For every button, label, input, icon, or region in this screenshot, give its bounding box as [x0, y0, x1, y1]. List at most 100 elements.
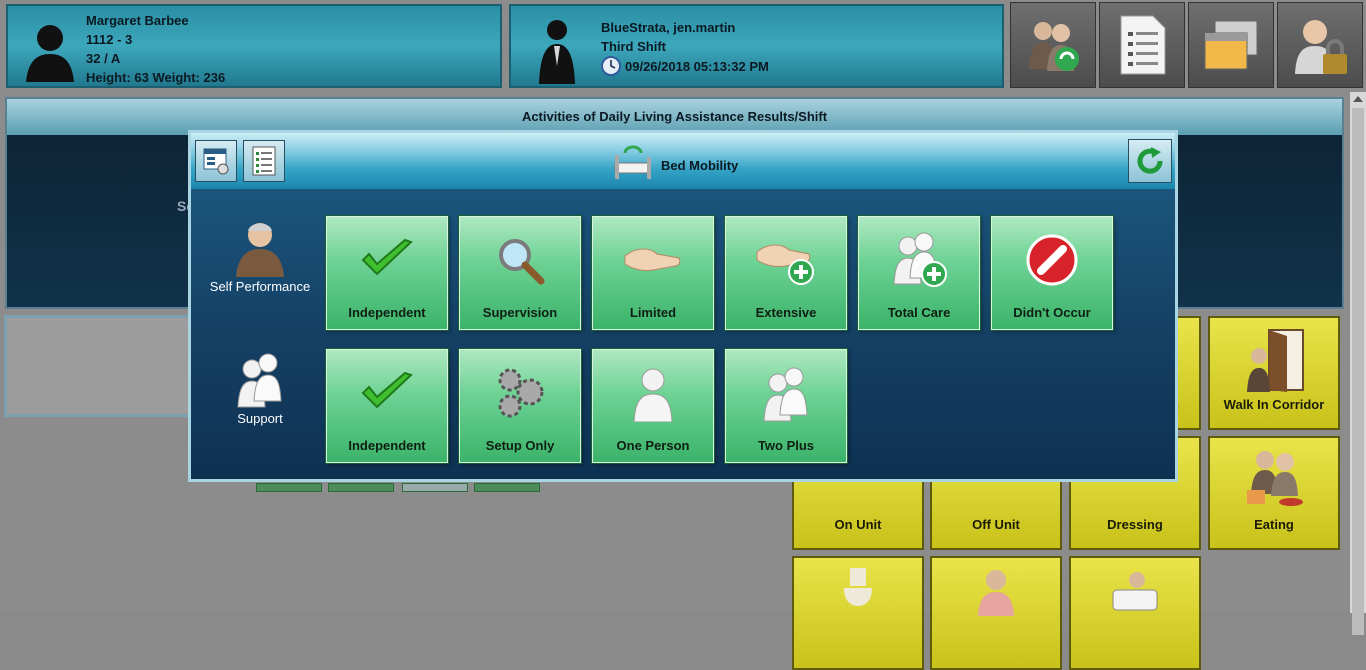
background-box	[4, 315, 198, 417]
checkmark-icon	[361, 371, 413, 409]
setup-only-label: Setup Only	[485, 438, 555, 453]
hand-plus-icon	[756, 244, 814, 285]
one-person-label: One Person	[616, 438, 690, 453]
scroll-up-arrow-icon[interactable]	[1353, 96, 1363, 102]
dialog-list-button[interactable]	[243, 140, 285, 182]
self-performance-icon-wrap	[196, 217, 324, 277]
one-person-button[interactable]: One Person	[591, 348, 715, 464]
two-people-icon	[763, 367, 808, 422]
eating-tile[interactable]: Eating	[1208, 436, 1340, 550]
background-button-2[interactable]	[328, 483, 394, 492]
bathing-tile[interactable]	[1069, 556, 1201, 670]
two-plus-button[interactable]: Two Plus	[724, 348, 848, 464]
refresh-button[interactable]	[1128, 139, 1172, 183]
hygiene-tile[interactable]	[930, 556, 1062, 670]
off-unit-label: Off Unit	[972, 517, 1020, 532]
two-plus-label: Two Plus	[757, 438, 815, 453]
self-independent-label: Independent	[348, 305, 426, 320]
self-independent-icon-wrap	[359, 227, 415, 293]
background-button-4[interactable]	[474, 483, 540, 492]
didnt-occur-button[interactable]: Didn't Occur	[990, 215, 1114, 331]
door-walk-icon	[1247, 329, 1304, 392]
staff-details: BlueStrata, jen.martin Third Shift 09/26…	[601, 18, 769, 76]
vertical-scrollbar[interactable]	[1350, 92, 1366, 635]
walk-in-corridor-tile[interactable]: Walk In Corridor	[1208, 316, 1340, 430]
checklist-button[interactable]	[1099, 2, 1185, 88]
hygiene-icon-wrap	[932, 566, 1060, 616]
toileting-tile[interactable]	[792, 556, 924, 670]
dialog-titlebar: Bed Mobility	[191, 133, 1175, 189]
elderly-man-icon	[236, 223, 284, 277]
bed-icon	[614, 145, 651, 179]
checklist-icon	[1120, 15, 1166, 75]
setup-only-button[interactable]: Setup Only	[458, 348, 582, 464]
dressing-label: Dressing	[1107, 517, 1163, 532]
bathtub-icon	[1112, 572, 1158, 611]
self-performance-label: Self Performance	[209, 279, 311, 294]
person-hygiene-icon	[978, 570, 1014, 616]
magnifier-icon	[499, 239, 545, 285]
dialog-title-text: Bed Mobility	[661, 157, 739, 173]
didnt-occur-label: Didn't Occur	[1013, 305, 1091, 320]
limited-button[interactable]: Limited	[591, 215, 715, 331]
self-independent-button[interactable]: Independent	[325, 215, 449, 331]
staff-datetime: 09/26/2018 05:13:32 PM	[625, 58, 769, 74]
setup-only-icon-wrap	[492, 360, 548, 426]
hands-icon	[624, 248, 681, 271]
scroll-thumb[interactable]	[1352, 108, 1364, 635]
background-button-1[interactable]	[256, 483, 322, 492]
refresh-icon	[1137, 147, 1163, 174]
windows-button[interactable]	[1188, 2, 1274, 88]
resident-name: Margaret Barbee	[86, 13, 189, 28]
bathtub-icon-wrap	[1071, 566, 1199, 616]
extensive-label: Extensive	[755, 305, 817, 320]
extensive-button[interactable]: Extensive	[724, 215, 848, 331]
residents-button[interactable]	[1010, 2, 1096, 88]
windows-icon	[1204, 20, 1258, 70]
limited-label: Limited	[629, 305, 677, 320]
supervision-icon-wrap	[495, 227, 545, 293]
one-person-icon-wrap	[630, 360, 676, 426]
support-icon-wrap	[196, 349, 324, 409]
list-icon	[252, 146, 276, 176]
user-lock-icon	[1295, 20, 1347, 74]
resident-avatar-icon	[26, 25, 74, 82]
support-independent-icon-wrap	[359, 360, 415, 426]
one-person-icon	[633, 368, 673, 422]
two-people-icon	[237, 353, 282, 408]
residents-icon	[1029, 22, 1079, 71]
supervision-button[interactable]: Supervision	[458, 215, 582, 331]
support-independent-label: Independent	[348, 438, 426, 453]
supervision-label: Supervision	[482, 305, 558, 320]
total-care-button[interactable]: Total Care	[857, 215, 981, 331]
didnt-occur-icon-wrap	[1025, 227, 1079, 293]
resident-info-panel[interactable]: Margaret Barbee 1112 - 3 32 / A Height: …	[6, 4, 502, 88]
support-row-label: Support	[196, 349, 324, 426]
staff-name: BlueStrata, jen.martin	[601, 20, 736, 35]
staff-info-panel[interactable]: BlueStrata, jen.martin Third Shift 09/26…	[509, 4, 1004, 88]
dialog-window-button[interactable]	[195, 140, 237, 182]
no-entry-icon	[1026, 234, 1078, 286]
support-independent-button[interactable]: Independent	[325, 348, 449, 464]
people-plus-icon	[893, 232, 947, 287]
eating-icon	[1247, 451, 1303, 506]
gears-icon	[498, 368, 544, 418]
walk-in-corridor-icon-wrap	[1210, 326, 1338, 396]
resident-details: Margaret Barbee 1112 - 3 32 / A Height: …	[86, 11, 225, 87]
total-care-label: Total Care	[887, 305, 951, 320]
toilet-icon	[844, 568, 872, 606]
clock-icon	[601, 56, 621, 76]
resident-age-bed: 32 / A	[86, 51, 121, 66]
dialog-title: Bed Mobility	[611, 145, 738, 185]
staff-shift: Third Shift	[601, 39, 666, 54]
user-lock-button[interactable]	[1277, 2, 1363, 88]
bed-mobility-dialog: Bed Mobility Self Performance Independen…	[188, 130, 1178, 482]
background-button-3[interactable]	[402, 483, 468, 492]
eating-label: Eating	[1254, 517, 1294, 532]
resident-height-weight: Height: 63 Weight: 236	[86, 70, 226, 85]
on-unit-label: On Unit	[834, 517, 882, 532]
datetime-row: 09/26/2018 05:13:32 PM	[601, 56, 769, 76]
resident-room: 1112 - 3	[86, 32, 133, 47]
extensive-icon-wrap	[755, 227, 817, 293]
toilet-icon-wrap	[794, 566, 922, 616]
